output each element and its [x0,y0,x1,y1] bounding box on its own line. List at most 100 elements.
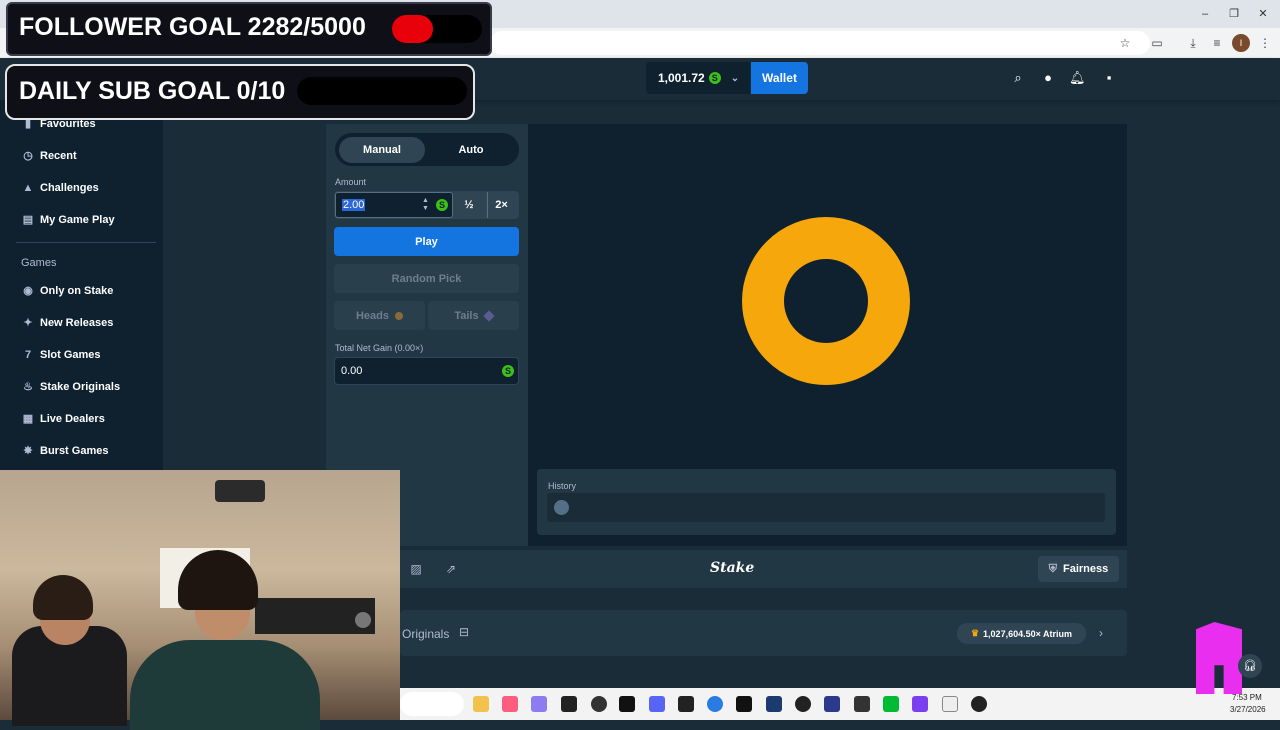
sidebar-item-label: Live Dealers [40,413,105,425]
app-icon[interactable] [619,696,635,712]
sub-goal-text: DAILY SUB GOAL 0/10 [19,77,286,105]
coin-graphic [742,217,910,385]
sidepanel-icon[interactable]: ▭ [1148,34,1166,52]
headset-icon[interactable]: 🎧︎ [1238,654,1262,678]
restore-icon[interactable]: ❐ [1225,5,1243,23]
app-icon[interactable] [883,696,899,712]
app-icon[interactable] [795,696,811,712]
history-label: History [548,481,577,491]
balance-display[interactable]: 1,001.72 S ⌄ [646,62,750,94]
user-icon[interactable]: ● [1040,70,1056,86]
chrome-icon[interactable] [591,696,607,712]
amount-value: 2.00 [342,199,366,211]
chevron-down-icon[interactable]: ⌄ [731,73,739,84]
sidebar-item-label: Challenges [40,182,99,194]
net-gain-value: 0.00 [341,365,363,377]
fairness-label: Fairness [1063,563,1109,575]
sidebar-item-only-on-stake[interactable]: ◉ Only on Stake [22,281,113,301]
ceiling-fan [215,480,265,502]
address-bar[interactable] [490,31,1150,55]
amount-input[interactable]: 2.00 ▲ ▼ S [335,192,453,218]
search-icon[interactable]: ⌕ [1010,70,1026,86]
popout-icon[interactable]: ⇗ [443,561,459,577]
menu-icon[interactable]: ⋮ [1256,34,1274,52]
app-icon[interactable] [824,696,840,712]
fairness-button[interactable]: ⛨ Fairness [1038,556,1119,582]
game-footer [400,550,1127,588]
clock-time[interactable]: 7:53 PM [1232,693,1262,702]
epic-games-icon[interactable] [561,696,577,712]
download-icon[interactable]: ⤓ [1184,34,1202,52]
app-icon[interactable] [766,696,782,712]
currency-icon: S [708,72,721,84]
sidebar-divider [16,242,156,243]
star-icon[interactable]: ☆ [1116,34,1134,52]
history-entry [554,500,569,515]
bookmark-icon[interactable]: ⊟ [459,625,471,641]
half-button[interactable]: ½ [455,192,483,218]
cards-icon: ▦ [22,413,34,425]
notifications-icon[interactable]: 🔔︎ [1069,70,1086,86]
double-button[interactable]: 2× [487,192,515,218]
tails-button[interactable]: Tails [428,301,519,330]
tab-manual[interactable]: Manual [339,137,425,163]
stepper-icon[interactable]: ▲ ▼ [422,197,429,213]
obs-icon[interactable] [971,696,987,712]
profile-avatar[interactable]: I [1232,34,1250,52]
stats-icon[interactable]: ▨ [408,561,424,577]
close-icon[interactable]: ✕ [1254,5,1272,23]
random-pick-button[interactable]: Random Pick [334,264,519,293]
originals-label: Originals [402,627,450,641]
clock-date[interactable]: 3/27/2026 [1230,705,1266,714]
sparkle-icon: ✦ [23,317,33,329]
stake-icon: ◉ [23,285,33,297]
minimize-icon[interactable]: – [1196,5,1214,23]
tails-label: Tails [454,309,479,322]
chevron-right-icon[interactable]: › [1099,626,1103,640]
sub-progress-track [297,77,467,105]
sidebar-item-my-game-play[interactable]: ▤ My Game Play [22,210,115,230]
sidebar-item-stake-originals[interactable]: ♨ Stake Originals [22,377,120,397]
play-button[interactable]: Play [334,227,519,256]
tab-auto[interactable]: Auto [428,137,514,163]
person-right-body [130,640,320,730]
atrium-badge[interactable]: ♛ 1,027,604.50× Atrium [957,623,1086,644]
net-gain-label: Total Net Gain (0.00×) [335,343,424,353]
sidebar-item-live-dealers[interactable]: ▦ Live Dealers [22,409,105,429]
history-track [547,493,1105,522]
extensions-icon[interactable]: ≡ [1208,34,1226,52]
app-icon[interactable] [736,696,752,712]
sidebar-item-new-releases[interactable]: ✦ New Releases [22,313,113,333]
heads-coin-icon [395,311,404,320]
edge-icon[interactable] [707,696,723,712]
sidebar-item-burst-games[interactable]: ✸ Burst Games [22,441,108,461]
capcut-icon[interactable] [678,696,694,712]
taskbar-search[interactable] [400,692,464,716]
sidebar-item-slot-games[interactable]: 7 Slot Games [22,345,101,365]
follower-goal-text: FOLLOWER GOAL 2282/5000 [19,13,366,41]
follower-progress-fill [392,15,433,43]
discord-icon[interactable] [649,696,665,712]
sidebar-item-label: Burst Games [40,445,109,457]
clock-icon: ◷ [23,150,33,162]
app-icon[interactable] [854,696,870,712]
sidebar-item-recent[interactable]: ◷ Recent [22,146,77,166]
folder-icon[interactable] [473,696,489,712]
app-icon[interactable] [912,696,928,712]
games-heading: Games [21,257,57,269]
sidebar-item-label: Stake Originals [40,381,121,393]
trophy-icon: ♛ [970,628,980,638]
challenge-icon: ▲ [22,182,34,194]
wallet-button[interactable]: Wallet [751,62,808,94]
sidebar-item-challenges[interactable]: ▲ Challenges [22,178,99,198]
notepad-icon[interactable] [942,696,958,712]
sidebar-item-label: Slot Games [40,349,101,361]
net-gain-field: 0.00 S [334,357,519,385]
sidebar-item-label: New Releases [40,317,114,329]
balance-amount: 1,001.72 [658,71,705,85]
heads-button[interactable]: Heads [334,301,425,330]
music-icon[interactable] [502,696,518,712]
amount-label: Amount [335,177,367,187]
gamepad-icon[interactable] [531,696,547,712]
chat-icon[interactable]: ▪ [1101,70,1117,86]
